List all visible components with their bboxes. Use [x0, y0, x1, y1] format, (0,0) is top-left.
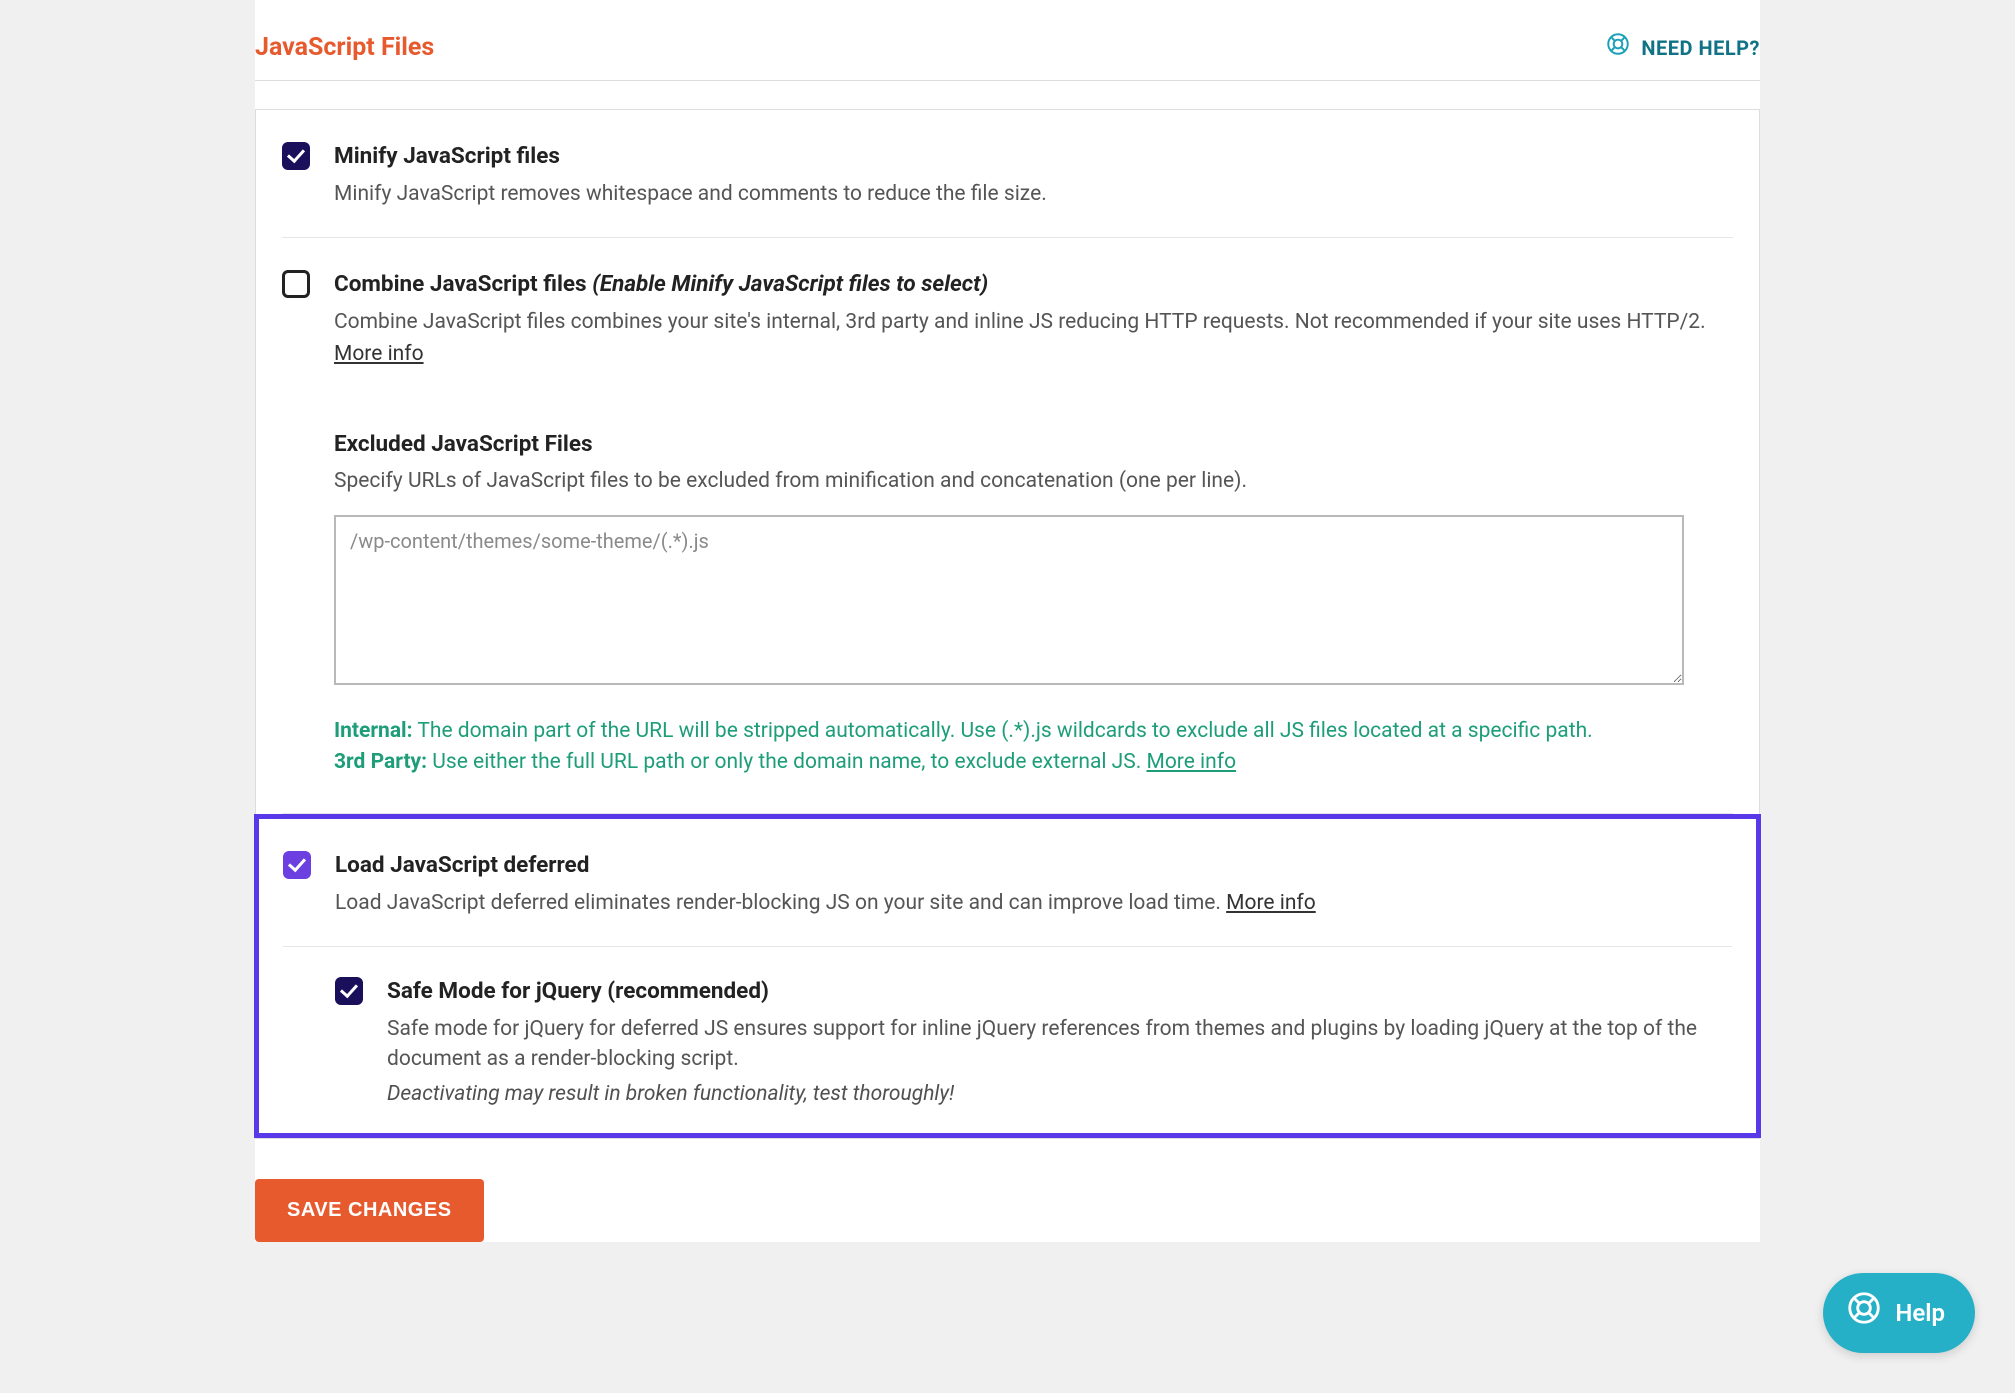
defer-more-info-link[interactable]: More info: [1226, 888, 1316, 918]
floating-help-label: Help: [1895, 1296, 1945, 1331]
excluded-more-info-link[interactable]: More info: [1146, 750, 1236, 774]
section-header: JavaScript Files NEED HELP?: [255, 10, 1760, 81]
safe-mode-desc: Safe mode for jQuery for deferred JS ens…: [387, 1014, 1732, 1075]
lifebuoy-icon: [1845, 1289, 1883, 1337]
minify-js-checkbox[interactable]: [282, 142, 310, 170]
excluded-js-textarea[interactable]: [334, 515, 1684, 685]
safe-mode-checkbox[interactable]: [335, 977, 363, 1005]
combine-js-checkbox[interactable]: [282, 270, 310, 298]
combine-more-info-link[interactable]: More info: [334, 339, 424, 369]
excluded-title: Excluded JavaScript Files: [334, 428, 1733, 461]
minify-js-desc: Minify JavaScript removes whitespace and…: [334, 179, 1733, 209]
combine-js-desc: Combine JavaScript files combines your s…: [334, 307, 1733, 370]
lifebuoy-icon: [1605, 31, 1631, 65]
option-defer-js: Load JavaScript deferred Load JavaScript…: [283, 819, 1732, 947]
options-panel: Minify JavaScript files Minify JavaScrip…: [255, 109, 1760, 1139]
note-3rdparty-text: Use either the full URL path or only the…: [427, 750, 1146, 774]
combine-js-desc-text: Combine JavaScript files combines your s…: [334, 310, 1706, 334]
option-minify-js: Minify JavaScript files Minify JavaScrip…: [282, 110, 1733, 238]
defer-js-checkbox[interactable]: [283, 851, 311, 879]
safe-mode-title: Safe Mode for jQuery (recommended): [387, 975, 1732, 1008]
defer-highlight-group: Load JavaScript deferred Load JavaScript…: [254, 814, 1761, 1138]
excluded-notes: Internal: The domain part of the URL wil…: [334, 716, 1674, 803]
combine-js-title-main: Combine JavaScript files: [334, 271, 587, 297]
need-help-link[interactable]: NEED HELP?: [1605, 31, 1760, 65]
defer-js-title: Load JavaScript deferred: [335, 849, 1732, 882]
note-internal-label: Internal:: [334, 719, 413, 743]
defer-js-desc-text: Load JavaScript deferred eliminates rend…: [335, 891, 1226, 915]
option-combine-js: Combine JavaScript files (Enable Minify …: [282, 238, 1733, 398]
combine-js-title: Combine JavaScript files (Enable Minify …: [334, 268, 1733, 301]
safe-mode-warning: Deactivating may result in broken functi…: [387, 1079, 1732, 1109]
excluded-desc: Specify URLs of JavaScript files to be e…: [334, 466, 1733, 496]
page-title: JavaScript Files: [255, 30, 434, 66]
excluded-js-block: Excluded JavaScript Files Specify URLs o…: [282, 398, 1733, 814]
defer-js-desc: Load JavaScript deferred eliminates rend…: [335, 888, 1732, 918]
note-3rdparty-label: 3rd Party:: [334, 750, 427, 774]
combine-js-title-hint: (Enable Minify JavaScript files to selec…: [592, 271, 988, 297]
option-safe-mode-jquery: Safe Mode for jQuery (recommended) Safe …: [283, 947, 1732, 1109]
minify-js-title: Minify JavaScript files: [334, 140, 1733, 173]
floating-help-button[interactable]: Help: [1823, 1273, 1975, 1353]
need-help-label: NEED HELP?: [1641, 34, 1760, 63]
note-internal-text: The domain part of the URL will be strip…: [413, 719, 1593, 743]
save-changes-button[interactable]: SAVE CHANGES: [255, 1179, 484, 1242]
